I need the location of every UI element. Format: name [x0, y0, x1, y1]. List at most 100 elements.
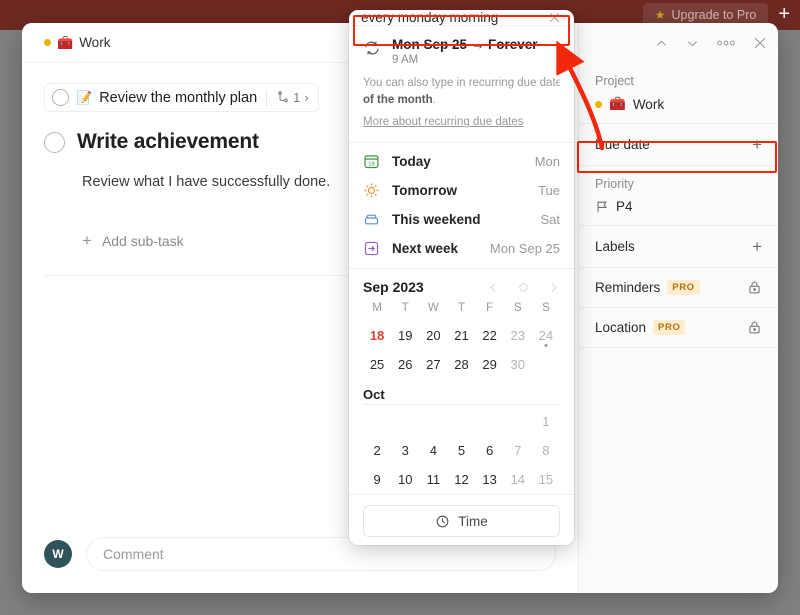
- quick-option-label: This weekend: [392, 212, 481, 228]
- close-icon[interactable]: [752, 35, 768, 51]
- upgrade-to-pro-label: Upgrade to Pro: [671, 8, 757, 22]
- calendar-day[interactable]: 9: [363, 465, 391, 494]
- calendar-day[interactable]: 22: [476, 321, 504, 350]
- calendar-weekday: T: [457, 302, 465, 315]
- calendar-day[interactable]: 15: [532, 465, 560, 494]
- window-controls: [654, 23, 768, 63]
- sidebar-field-location[interactable]: Location PRO: [579, 308, 778, 348]
- calendar-day[interactable]: 19: [391, 321, 419, 350]
- task-side-pane: Project 🧰 Work Due date + Priority P4 La…: [578, 23, 778, 593]
- calendar-day[interactable]: 5: [447, 436, 475, 465]
- calendar-weekday: T: [401, 302, 409, 315]
- recurring-hint: You can also type in recurring due dates…: [363, 75, 560, 108]
- recurring-title: Mon Sep 25 → Forever: [392, 37, 538, 52]
- three-dots-icon[interactable]: [716, 39, 736, 47]
- project-color-dot: [595, 100, 602, 108]
- sidebar-field-reminders[interactable]: Reminders PRO: [579, 268, 778, 308]
- subtask-count[interactable]: 1 ›: [276, 90, 309, 105]
- parent-task-chip[interactable]: 📝 Review the monthly plan 1 ›: [44, 83, 319, 112]
- calendar-day[interactable]: 4: [419, 436, 447, 465]
- calendar-september-grid[interactable]: 18 19 20 21 22 23 24 25 26 27 28 29 30: [363, 321, 560, 379]
- avatar: W: [44, 540, 72, 568]
- recurring-subtitle: 9 AM: [392, 54, 419, 66]
- plus-icon[interactable]: +: [752, 136, 762, 153]
- chevron-right-icon[interactable]: [547, 281, 560, 294]
- calendar-day-empty: [532, 350, 560, 379]
- calendar-day[interactable]: 24: [532, 321, 560, 350]
- calendar-day[interactable]: 14: [504, 465, 532, 494]
- calendar-month-title: Sep 2023: [363, 279, 424, 296]
- quick-option-today[interactable]: 18 Today Mon: [349, 147, 574, 176]
- sidebar-field-labels[interactable]: Labels +: [579, 226, 778, 268]
- calendar-october-grid[interactable]: 1 2 3 4 5 6 7 8 9 10 11 12 13 14 15: [363, 407, 560, 494]
- chevron-up-icon[interactable]: [654, 36, 669, 51]
- calendar-day-empty: [447, 407, 475, 436]
- calendar-day[interactable]: 1: [532, 407, 560, 436]
- parent-task-checkbox[interactable]: [52, 89, 69, 106]
- briefcase-icon: 🧰: [57, 34, 74, 50]
- calendar-day[interactable]: 27: [419, 350, 447, 379]
- calendar-day-empty: [419, 407, 447, 436]
- quick-option-this-weekend[interactable]: This weekend Sat: [349, 205, 574, 234]
- calendar-day[interactable]: 11: [419, 465, 447, 494]
- pro-badge: PRO: [653, 320, 686, 335]
- calendar-weekday-row: MTWTFSS: [363, 295, 560, 321]
- date-search-row[interactable]: every monday morning: [349, 10, 574, 26]
- chevron-left-icon[interactable]: [487, 281, 500, 294]
- priority-label: Priority: [595, 177, 634, 191]
- calendar-day[interactable]: 2: [363, 436, 391, 465]
- quick-option-tomorrow[interactable]: Tomorrow Tue: [349, 176, 574, 205]
- page-title[interactable]: Write achievement: [77, 130, 259, 154]
- calendar-day[interactable]: 23: [504, 321, 532, 350]
- calendar-day[interactable]: 10: [391, 465, 419, 494]
- flag-icon: [595, 200, 609, 214]
- hint-prefix: You can also type in recurring due dates…: [363, 77, 560, 89]
- add-task-icon[interactable]: +: [778, 4, 790, 27]
- calendar-day[interactable]: 28: [447, 350, 475, 379]
- calendar-day[interactable]: 30: [504, 350, 532, 379]
- reminders-label: Reminders: [595, 280, 661, 295]
- calendar-oct-title: Oct: [363, 387, 385, 403]
- arrow-right-box-icon: [363, 240, 380, 257]
- calendar-day[interactable]: 7: [504, 436, 532, 465]
- calendar-day[interactable]: 18: [363, 321, 391, 350]
- date-search-input[interactable]: every monday morning: [361, 10, 539, 25]
- calendar-day[interactable]: 13: [476, 465, 504, 494]
- calendar-day[interactable]: 3: [391, 436, 419, 465]
- calendar-weekday: W: [427, 302, 439, 315]
- calendar-day[interactable]: 8: [532, 436, 560, 465]
- calendar-day[interactable]: 26: [391, 350, 419, 379]
- calendar-day-empty: [476, 407, 504, 436]
- priority-value: P4: [616, 199, 633, 214]
- chevron-down-icon[interactable]: [685, 36, 700, 51]
- recurring-suggestion[interactable]: Mon Sep 25 → Forever 9 AM You can also t…: [349, 26, 574, 144]
- sidebar-field-project[interactable]: Project 🧰 Work: [579, 63, 778, 124]
- calendar-day[interactable]: 29: [476, 350, 504, 379]
- memo-icon: 📝: [76, 89, 93, 105]
- briefcase-icon: 🧰: [609, 96, 626, 111]
- plus-icon[interactable]: +: [752, 238, 762, 255]
- close-icon[interactable]: [547, 10, 562, 25]
- task-checkbox[interactable]: [44, 131, 65, 153]
- calendar-day[interactable]: 20: [419, 321, 447, 350]
- quick-option-hint: Tue: [538, 183, 560, 199]
- calendar-day[interactable]: 25: [363, 350, 391, 379]
- hint-line2-end: .: [432, 93, 436, 106]
- sidebar-field-due-date[interactable]: Due date +: [579, 124, 778, 166]
- calendar-day[interactable]: 6: [476, 436, 504, 465]
- quick-option-label: Next week: [392, 241, 459, 257]
- calendar-day[interactable]: 12: [447, 465, 475, 494]
- time-button[interactable]: Time: [363, 505, 560, 538]
- calendar-day-empty: [391, 407, 419, 436]
- quick-option-next-week[interactable]: Next week Mon Sep 25: [349, 234, 574, 263]
- today-circle-icon[interactable]: [517, 281, 530, 294]
- hint-line2: of the month: [363, 93, 433, 106]
- clock-icon: [435, 514, 450, 529]
- labels-label: Labels: [595, 239, 635, 254]
- sidebar-field-priority[interactable]: Priority P4: [579, 166, 778, 226]
- calendar-day[interactable]: 21: [447, 321, 475, 350]
- sun-icon: [363, 182, 380, 199]
- quick-option-hint: Sat: [540, 212, 560, 228]
- subtask-tree-icon: [278, 91, 288, 103]
- recurring-help-link[interactable]: More about recurring due dates: [363, 116, 523, 128]
